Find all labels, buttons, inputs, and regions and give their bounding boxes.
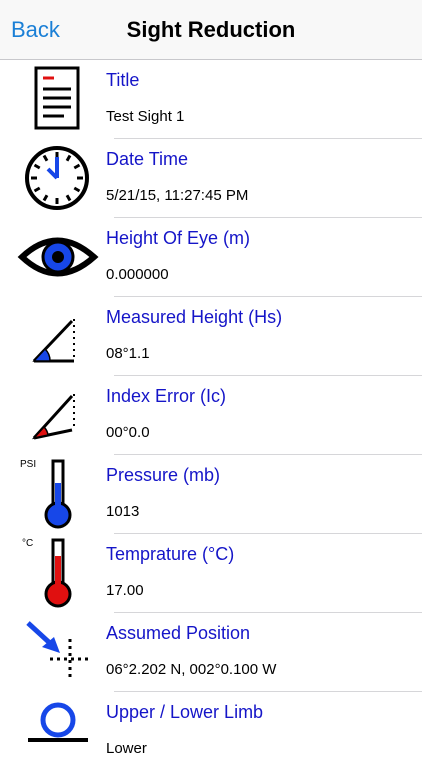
row-label: Measured Height (Hs) [106,307,283,327]
row-value: 06°2.202 N, 002°0.100 W [106,661,277,678]
row-value: 0.000000 [106,266,169,283]
page-title: Sight Reduction [126,17,296,42]
clock-icon [16,141,100,215]
row-label: Height Of Eye (m) [106,228,251,248]
row-index-error[interactable]: Index Error (Ic) 00°0.0 [0,376,422,455]
row-label: Assumed Position [106,623,251,643]
svg-text:°C: °C [22,538,33,549]
pressure-thermometer-icon: PSI [16,457,100,531]
row-value: 17.00 [106,582,144,599]
row-value: 5/21/15, 11:27:45 PM [106,187,249,204]
row-temperature[interactable]: °C Temprature (°C) 17.00 [0,534,422,613]
row-value: 08°1.1 [106,345,150,362]
row-value: Test Sight 1 [106,108,185,125]
row-value: 00°0.0 [106,424,150,441]
row-assumed-position[interactable]: Assumed Position 06°2.202 N, 002°0.100 W [0,613,422,692]
row-label: Pressure (mb) [106,465,221,485]
limb-icon [16,694,100,768]
row-label: Date Time [106,149,189,169]
row-label: Title [106,70,140,90]
row-height-of-eye[interactable]: Height Of Eye (m) 0.000000 [0,218,422,297]
row-title[interactable]: Title Test Sight 1 [0,60,422,139]
row-limb[interactable]: Upper / Lower Limb Lower [0,692,422,771]
position-arrow-icon [16,615,100,689]
row-measured-height[interactable]: Measured Height (Hs) 08°1.1 [0,297,422,376]
svg-text:PSI: PSI [20,459,36,470]
index-error-icon [16,378,100,452]
row-label: Temprature (°C) [106,544,235,564]
sextant-angle-icon [16,299,100,373]
row-label: Index Error (Ic) [106,386,227,406]
navigation-bar: Back Sight Reduction [0,0,422,60]
row-date-time[interactable]: Date Time 5/21/15, 11:27:45 PM [0,139,422,218]
temperature-thermometer-icon: °C [16,536,100,610]
settings-list: Title Test Sight 1 Date Time 5/21/15, 11… [0,60,422,771]
row-value: 1013 [106,503,140,520]
row-pressure[interactable]: PSI Pressure (mb) 1013 [0,455,422,534]
row-label: Upper / Lower Limb [106,702,264,722]
document-icon [16,62,100,136]
row-value: Lower [106,740,147,757]
eye-icon [16,220,100,294]
